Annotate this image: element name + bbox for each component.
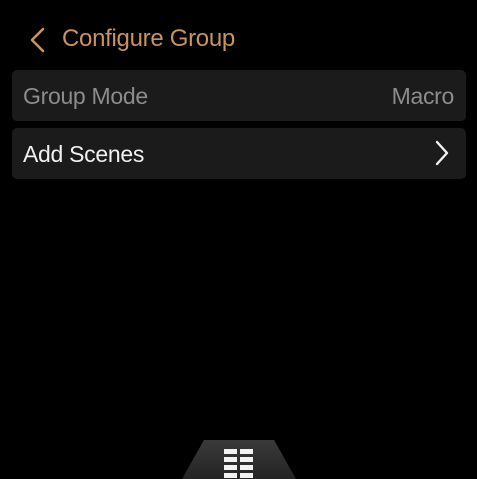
group-mode-row[interactable]: Group Mode Macro — [12, 70, 466, 121]
add-scenes-label: Add Scenes — [23, 141, 145, 167]
bottom-menu-tab[interactable] — [182, 440, 296, 479]
page-title: Configure Group — [62, 25, 235, 52]
configure-group-screen: Configure Group Group Mode Macro Add Sce… — [0, 0, 477, 479]
group-mode-value: Macro — [391, 83, 455, 109]
chevron-right-icon — [434, 139, 450, 167]
header-bar: Configure Group — [0, 20, 477, 60]
group-mode-label: Group Mode — [23, 83, 148, 109]
back-chevron-icon[interactable] — [27, 27, 49, 53]
add-scenes-row[interactable]: Add Scenes — [12, 128, 466, 179]
